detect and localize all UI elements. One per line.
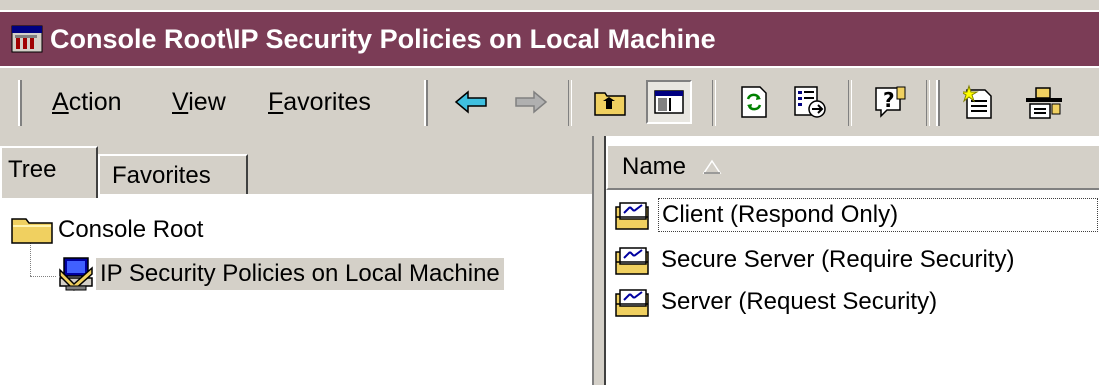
tab-tree[interactable]: Tree — [0, 146, 98, 198]
menu-grip[interactable] — [18, 80, 22, 126]
up-one-level-icon — [594, 92, 626, 116]
window-title: Console Root\IP Security Policies on Loc… — [50, 23, 716, 54]
export-list-button[interactable] — [790, 82, 830, 122]
menu-favorites-label: avorites — [283, 88, 371, 116]
toolbar-separator — [848, 80, 852, 126]
list-item[interactable]: Secure Server (Require Security) — [614, 244, 1017, 276]
toolbar-grip[interactable] — [424, 80, 428, 126]
show-hide-tree-button[interactable] — [646, 80, 692, 124]
tab-tree-label: Tree — [8, 156, 57, 183]
pane-tabs: Tree Favorites — [0, 142, 592, 198]
sort-ascending-icon — [702, 159, 722, 174]
menu-favorites[interactable]: Favorites — [268, 88, 371, 117]
title-bar[interactable]: Console Root\IP Security Policies on Loc… — [0, 10, 1099, 66]
menu-action-label: ction — [68, 88, 122, 116]
create-policy-button[interactable] — [960, 82, 1000, 122]
policy-icon — [615, 202, 649, 230]
svg-text:?: ? — [883, 88, 895, 112]
back-button[interactable] — [452, 82, 492, 122]
tab-favorites[interactable]: Favorites — [98, 154, 248, 194]
left-pane: Tree Favorites Console Root IP Security … — [0, 136, 592, 385]
manage-filter-lists-icon — [1026, 87, 1062, 119]
menu-view[interactable]: View — [172, 88, 226, 117]
refresh-button[interactable] — [734, 82, 774, 122]
toolbar-separator — [926, 80, 930, 126]
help-button[interactable]: ? — [870, 82, 910, 122]
tree-connector — [30, 276, 56, 277]
menu-toolbar: Action View Favorites ? — [0, 66, 1099, 136]
ip-security-policy-icon — [59, 257, 93, 292]
tab-favorites-label: Favorites — [112, 162, 211, 189]
menu-view-accel: V — [172, 88, 189, 116]
toolbar-separator — [568, 80, 572, 126]
list-item-label: Secure Server (Require Security) — [661, 246, 1015, 273]
list-item[interactable]: Server (Request Security) — [614, 286, 940, 318]
list-item-label: Client (Respond Only) — [658, 198, 1098, 232]
results-pane: Name Client (Respond Only) Secure Server… — [606, 136, 1099, 385]
toolbar-separator — [712, 80, 716, 126]
menu-view-label: iew — [188, 88, 226, 116]
tree-node-ip-security-policies[interactable]: IP Security Policies on Local Machine — [56, 254, 504, 294]
policy-icon — [615, 289, 649, 317]
back-arrow-icon — [454, 90, 487, 114]
tree-node-label: IP Security Policies on Local Machine — [96, 258, 504, 290]
mmc-console-icon — [11, 25, 43, 53]
show-hide-console-tree-icon — [654, 90, 684, 114]
toolbar-grip-2[interactable] — [936, 80, 940, 126]
help-icon: ? — [875, 86, 906, 118]
forward-button[interactable] — [510, 82, 550, 122]
pane-splitter[interactable] — [592, 136, 606, 385]
manage-filters-button[interactable] — [1024, 82, 1064, 122]
column-header-label: Name — [622, 153, 687, 180]
list-item[interactable]: Client (Respond Only) — [614, 198, 1098, 232]
menu-favorites-accel: F — [268, 88, 284, 116]
policy-icon — [615, 247, 649, 275]
refresh-icon — [741, 86, 767, 118]
menu-action-accel: A — [52, 88, 69, 116]
console-tree[interactable]: Console Root IP Security Policies on Loc… — [0, 194, 592, 385]
menu-action[interactable]: Action — [52, 88, 122, 117]
tree-node-label: Console Root — [58, 216, 204, 243]
forward-arrow-icon — [515, 90, 548, 114]
mmc-window: Console Root\IP Security Policies on Loc… — [0, 0, 1099, 385]
list-item-label: Server (Request Security) — [661, 288, 938, 315]
up-one-level-button[interactable] — [590, 82, 630, 122]
tree-node-console-root[interactable]: Console Root — [10, 214, 207, 246]
create-ip-security-policy-icon — [963, 84, 992, 119]
column-header-name[interactable]: Name — [606, 144, 1099, 190]
export-list-icon — [794, 86, 826, 118]
folder-icon — [11, 218, 53, 244]
